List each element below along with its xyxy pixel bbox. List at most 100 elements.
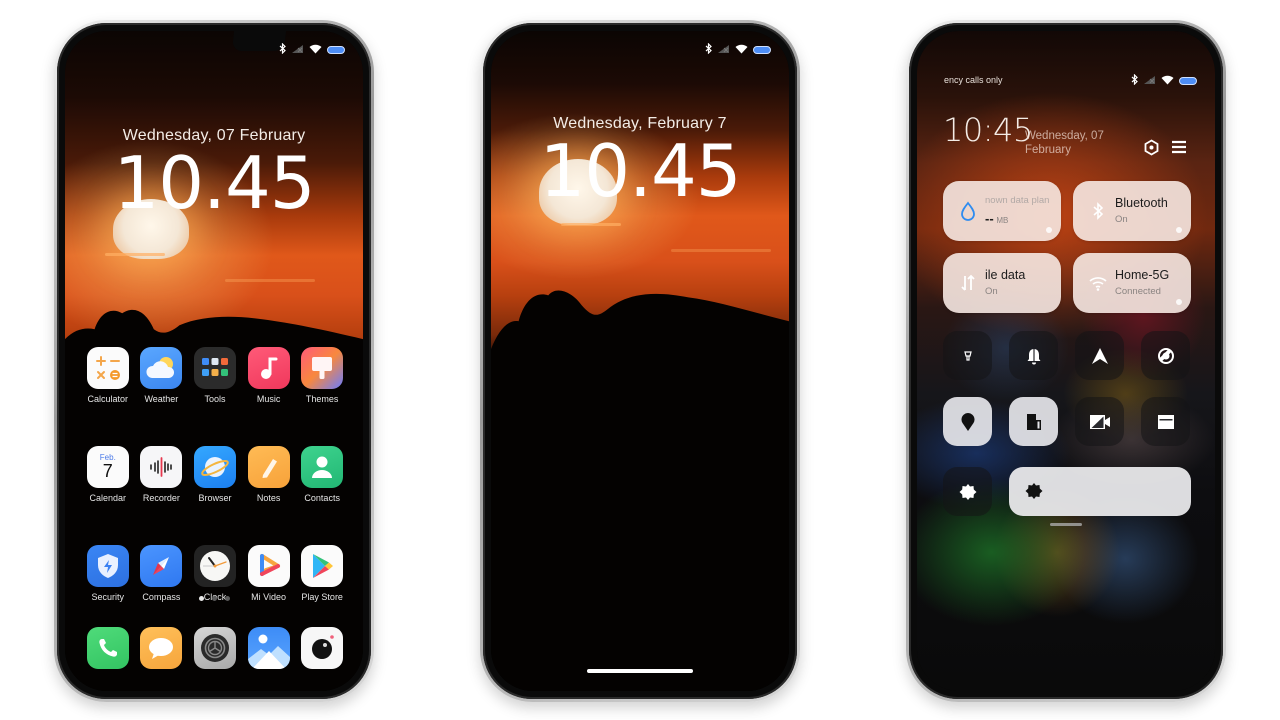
bluetooth-icon xyxy=(705,41,712,59)
mi-video-icon xyxy=(247,545,290,587)
app-tools[interactable]: Tools xyxy=(188,347,242,404)
toggle-flashlight[interactable] xyxy=(943,331,992,380)
page-dot-3[interactable] xyxy=(224,596,230,601)
hexagon-settings-icon xyxy=(1144,138,1158,156)
security-icon xyxy=(86,545,129,587)
app-mi-video[interactable]: Mi Video xyxy=(242,545,296,602)
toggle-auto-rotate[interactable] xyxy=(1141,331,1190,380)
control-center-screen: ency calls only 10:45 Wednesday, 07 Febr… xyxy=(917,31,1215,691)
tile-mobile-data[interactable]: ile data On xyxy=(943,253,1061,313)
dock-camera[interactable] xyxy=(295,627,349,669)
calendar-icon: Feb. 7 xyxy=(86,446,129,488)
dock xyxy=(81,627,349,669)
toggle-screen-recorder[interactable] xyxy=(1075,397,1124,446)
app-weather[interactable]: Weather xyxy=(135,347,189,404)
app-compass[interactable]: Compass xyxy=(135,545,189,602)
phone-bezel: Wednesday, February 7 10.45 xyxy=(483,23,797,699)
toggle-auto-brightness[interactable] xyxy=(943,467,992,516)
settings-button[interactable] xyxy=(1141,137,1161,157)
bell-icon xyxy=(1027,348,1040,364)
dock-phone[interactable] xyxy=(81,627,135,669)
phone-home-screen: Wednesday, 07 February 10.45 Calculator … xyxy=(54,20,374,702)
home-indicator-bar[interactable] xyxy=(587,669,693,673)
bluetooth-icon xyxy=(279,41,286,59)
screen-cast-icon xyxy=(1026,413,1041,430)
toggle-silent[interactable] xyxy=(1009,331,1058,380)
auto-rotate-icon xyxy=(1157,347,1174,364)
app-themes[interactable]: Themes xyxy=(295,347,349,404)
toggle-airplane[interactable] xyxy=(1075,331,1124,380)
app-calendar[interactable]: Feb. 7 Calendar xyxy=(81,446,135,503)
settings-icon xyxy=(193,627,236,669)
status-bar xyxy=(1131,72,1197,90)
tile-data-usage[interactable]: nown data plan -- MB xyxy=(943,181,1061,241)
dock-gallery[interactable] xyxy=(242,627,296,669)
app-clock[interactable]: Clock xyxy=(188,545,242,602)
app-contacts[interactable]: Contacts xyxy=(295,446,349,503)
app-label: Notes xyxy=(256,493,281,503)
brightness-slider[interactable] xyxy=(1009,467,1191,516)
signal-off-icon xyxy=(717,41,730,59)
weather-icon xyxy=(140,347,183,389)
battery-icon xyxy=(327,46,345,54)
battery-icon xyxy=(1179,77,1197,85)
lock-screen[interactable]: Wednesday, February 7 10.45 xyxy=(491,31,789,691)
reading-mode-icon xyxy=(1157,414,1174,429)
toggle-location[interactable] xyxy=(943,397,992,446)
wifi-icon xyxy=(735,41,748,59)
app-label: Contacts xyxy=(304,493,340,503)
app-play-store[interactable]: Play Store xyxy=(295,545,349,602)
page-indicator xyxy=(65,596,363,601)
battery-icon xyxy=(753,46,771,54)
carrier-status: ency calls only xyxy=(944,75,1003,85)
dock-settings[interactable] xyxy=(188,627,242,669)
page-dot-1[interactable] xyxy=(198,596,204,601)
wifi-icon xyxy=(309,41,322,59)
messages-icon xyxy=(140,627,183,669)
menu-icon xyxy=(1172,140,1186,154)
camera-notch xyxy=(231,31,287,51)
lock-clock-time: 10.45 xyxy=(539,129,741,213)
toggle-screen-cast[interactable] xyxy=(1009,397,1058,446)
app-browser[interactable]: Browser xyxy=(188,446,242,503)
status-bar xyxy=(279,41,345,59)
wifi-icon xyxy=(1087,272,1109,294)
browser-icon xyxy=(193,446,236,488)
app-label: Themes xyxy=(305,394,339,404)
tile-wifi[interactable]: Home-5G Connected xyxy=(1073,253,1191,313)
dock-messages[interactable] xyxy=(135,627,189,669)
phone-control-center: ency calls only 10:45 Wednesday, 07 Febr… xyxy=(906,20,1226,702)
app-calculator[interactable]: Calculator xyxy=(81,347,135,404)
bluetooth-icon xyxy=(1087,200,1109,222)
flashlight-icon xyxy=(963,350,972,361)
tile-bluetooth[interactable]: Bluetooth On xyxy=(1073,181,1191,241)
app-music[interactable]: Music xyxy=(242,347,296,404)
app-recorder[interactable]: Recorder xyxy=(135,446,189,503)
bluetooth-icon xyxy=(1131,72,1138,90)
app-security[interactable]: Security xyxy=(81,545,135,602)
home-screen: Wednesday, 07 February 10.45 Calculator … xyxy=(65,31,363,691)
cc-date: Wednesday, 07 February xyxy=(1025,130,1104,156)
compass-icon xyxy=(140,545,183,587)
data-drop-icon xyxy=(957,200,979,222)
phone-lock-screen: Wednesday, February 7 10.45 xyxy=(480,20,800,702)
app-notes[interactable]: Notes xyxy=(242,446,296,503)
screen-recorder-icon xyxy=(1089,414,1110,429)
signal-off-icon xyxy=(291,41,304,59)
phone-bezel: ency calls only 10:45 Wednesday, 07 Febr… xyxy=(909,23,1223,699)
gallery-icon xyxy=(247,627,290,669)
page-dot-2[interactable] xyxy=(211,596,217,601)
calculator-icon xyxy=(86,347,129,389)
app-label: Recorder xyxy=(142,493,180,503)
app-label: Calculator xyxy=(87,394,129,404)
home-clock-time: 10.45 xyxy=(113,141,315,225)
app-label: Music xyxy=(256,394,281,404)
app-label: Tools xyxy=(204,394,226,404)
toggle-reading-mode[interactable] xyxy=(1141,397,1190,446)
recorder-icon xyxy=(140,446,183,488)
phone-bezel: Wednesday, 07 February 10.45 Calculator … xyxy=(57,23,371,699)
collapse-handle[interactable] xyxy=(1050,523,1082,526)
edit-menu-button[interactable] xyxy=(1169,137,1189,157)
status-bar xyxy=(705,41,771,59)
location-icon xyxy=(961,412,974,431)
